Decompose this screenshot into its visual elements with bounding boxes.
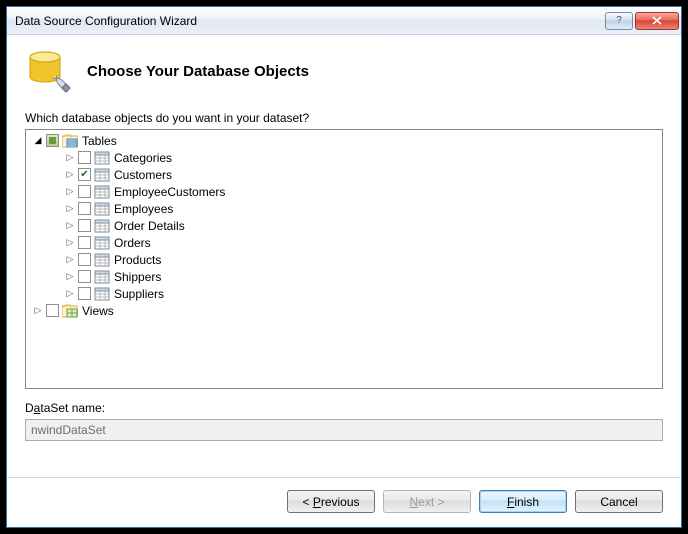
node-label: Orders xyxy=(114,236,151,250)
expander-icon[interactable]: ▷ xyxy=(64,237,76,249)
node-label: Customers xyxy=(114,168,172,182)
node-label: Views xyxy=(82,304,114,318)
node-label: Order Details xyxy=(114,219,185,233)
tree-node-table[interactable]: ▷ Orders xyxy=(26,234,662,251)
node-label: Shippers xyxy=(114,270,161,284)
tree-node-table[interactable]: ▷ Employees xyxy=(26,200,662,217)
wizard-body: Which database objects do you want in yo… xyxy=(7,111,681,465)
wizard-footer: < Previous Next > Finish Cancel xyxy=(7,477,681,527)
tree-node-table[interactable]: ▷ Shippers xyxy=(26,268,662,285)
tree-node-tables[interactable]: ◢ Tables xyxy=(26,132,662,149)
table-icon xyxy=(94,253,110,267)
tree-node-table[interactable]: ▷ Products xyxy=(26,251,662,268)
node-label: EmployeeCustomers xyxy=(114,185,225,199)
checkbox[interactable] xyxy=(46,134,59,147)
table-icon xyxy=(94,287,110,301)
titlebar: Data Source Configuration Wizard ? xyxy=(7,7,681,35)
wizard-dialog: Data Source Configuration Wizard ? Choos… xyxy=(6,6,682,528)
checkbox[interactable] xyxy=(78,270,91,283)
tree-node-table[interactable]: ▷ EmployeeCustomers xyxy=(26,183,662,200)
checkbox[interactable] xyxy=(78,168,91,181)
expander-icon[interactable]: ▷ xyxy=(64,220,76,232)
table-icon xyxy=(94,151,110,165)
prompt-text: Which database objects do you want in yo… xyxy=(25,111,663,125)
database-icon xyxy=(25,49,73,93)
page-title: Choose Your Database Objects xyxy=(87,63,309,80)
expander-icon[interactable]: ▷ xyxy=(64,169,76,181)
table-icon xyxy=(94,185,110,199)
table-icon xyxy=(94,236,110,250)
object-tree[interactable]: ◢ Tables ▷Cate xyxy=(25,129,663,389)
table-icon xyxy=(94,168,110,182)
dataset-name-input[interactable] xyxy=(25,419,663,441)
folder-tables-icon xyxy=(62,134,78,148)
table-icon xyxy=(94,202,110,216)
window-title: Data Source Configuration Wizard xyxy=(15,14,605,28)
node-label: Employees xyxy=(114,202,173,216)
cancel-button[interactable]: Cancel xyxy=(575,490,663,513)
expander-icon[interactable]: ▷ xyxy=(64,203,76,215)
tree-node-table[interactable]: ▷ Order Details xyxy=(26,217,662,234)
node-label: Suppliers xyxy=(114,287,164,301)
checkbox[interactable] xyxy=(78,185,91,198)
checkbox[interactable] xyxy=(78,219,91,232)
node-label: Products xyxy=(114,253,161,267)
dataset-name-label: DataSet name: xyxy=(25,401,663,415)
folder-views-icon xyxy=(62,304,78,318)
tree-node-views[interactable]: ▷ Views xyxy=(26,302,662,319)
table-icon xyxy=(94,270,110,284)
finish-button[interactable]: Finish xyxy=(479,490,567,513)
close-button[interactable] xyxy=(635,12,679,30)
close-icon xyxy=(652,16,662,25)
tree-node-table[interactable]: ▷ Suppliers xyxy=(26,285,662,302)
wizard-header: Choose Your Database Objects xyxy=(7,35,681,111)
help-button[interactable]: ? xyxy=(605,12,633,30)
checkbox[interactable] xyxy=(78,253,91,266)
tree-node-table[interactable]: ▷ Customers xyxy=(26,166,662,183)
expander-icon[interactable]: ▷ xyxy=(64,254,76,266)
node-label: Categories xyxy=(114,151,172,165)
table-icon xyxy=(94,219,110,233)
window-buttons: ? xyxy=(605,12,679,30)
node-label: Tables xyxy=(82,134,117,148)
expander-icon[interactable]: ▷ xyxy=(64,186,76,198)
checkbox[interactable] xyxy=(78,287,91,300)
expander-icon[interactable]: ◢ xyxy=(32,135,44,147)
checkbox[interactable] xyxy=(78,202,91,215)
checkbox[interactable] xyxy=(78,151,91,164)
expander-icon[interactable]: ▷ xyxy=(64,288,76,300)
checkbox[interactable] xyxy=(46,304,59,317)
previous-button[interactable]: < Previous xyxy=(287,490,375,513)
expander-icon[interactable]: ▷ xyxy=(64,152,76,164)
expander-icon[interactable]: ▷ xyxy=(32,305,44,317)
checkbox[interactable] xyxy=(78,236,91,249)
expander-icon[interactable]: ▷ xyxy=(64,271,76,283)
next-button: Next > xyxy=(383,490,471,513)
tree-node-table[interactable]: ▷ Categories xyxy=(26,149,662,166)
